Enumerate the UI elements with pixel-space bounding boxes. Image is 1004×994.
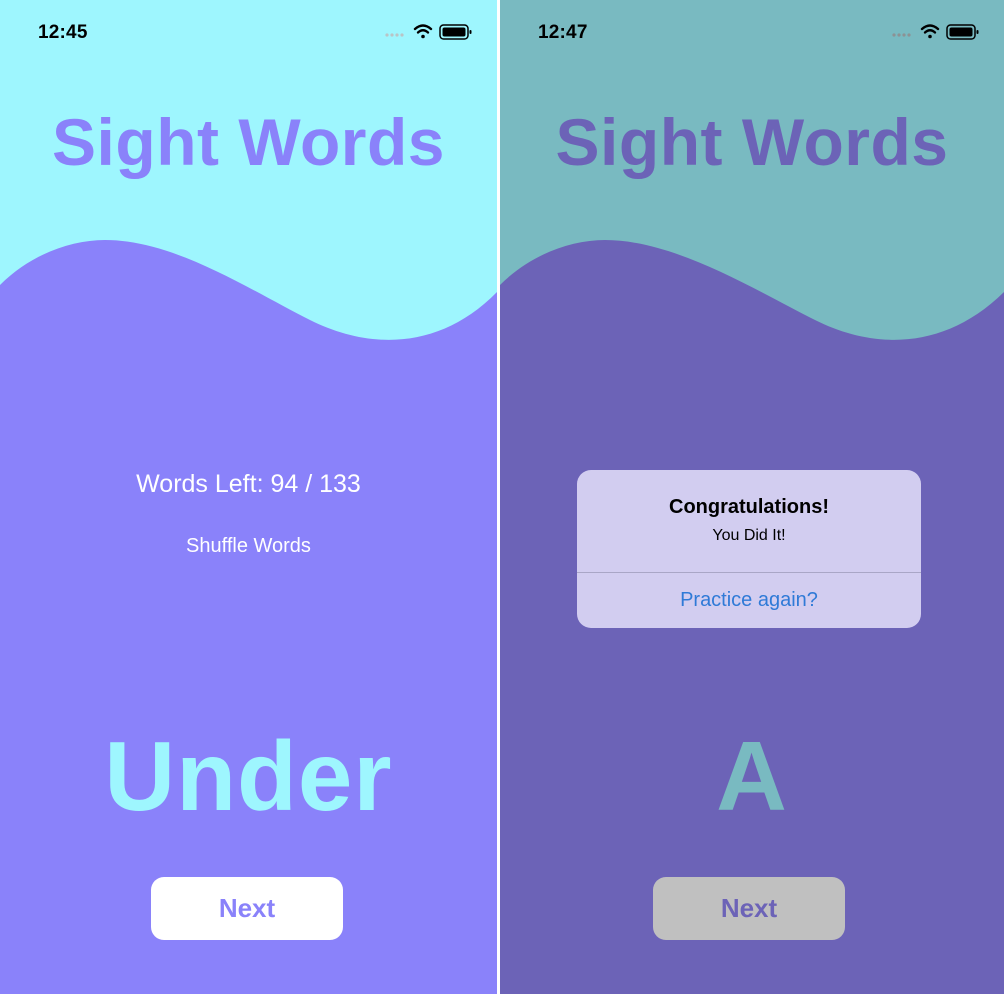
battery-icon [439,24,472,40]
right-screen: 12:47 Sight Words Congratulations! You D… [500,0,1004,994]
left-screen: 12:45 Sight Words Words Left: 94 / 133 S… [0,0,497,994]
cellular-dots-icon [892,33,911,37]
current-word: A [716,721,788,831]
status-icons [892,24,979,40]
congratulations-alert: Congratulations! You Did It! Practice ag… [577,470,921,628]
alert-title: Congratulations! [669,496,829,518]
current-word: Under [104,721,393,831]
shuffle-words-button[interactable]: Shuffle Words [0,535,497,558]
practice-again-button[interactable]: Practice again? [577,573,921,628]
wifi-icon [920,24,940,39]
status-time: 12:47 [538,22,588,43]
app-title: Sight Words [52,105,445,179]
words-left-counter: Words Left: 94 / 133 [136,470,361,498]
status-icons [385,24,472,40]
status-time: 12:45 [38,22,88,43]
next-button[interactable]: Next [151,877,343,940]
battery-icon [946,24,979,40]
wifi-icon [413,24,433,39]
next-button[interactable]: Next [653,877,845,940]
alert-message: You Did It! [712,527,786,544]
cellular-dots-icon [385,33,404,37]
app-title: Sight Words [555,105,949,179]
